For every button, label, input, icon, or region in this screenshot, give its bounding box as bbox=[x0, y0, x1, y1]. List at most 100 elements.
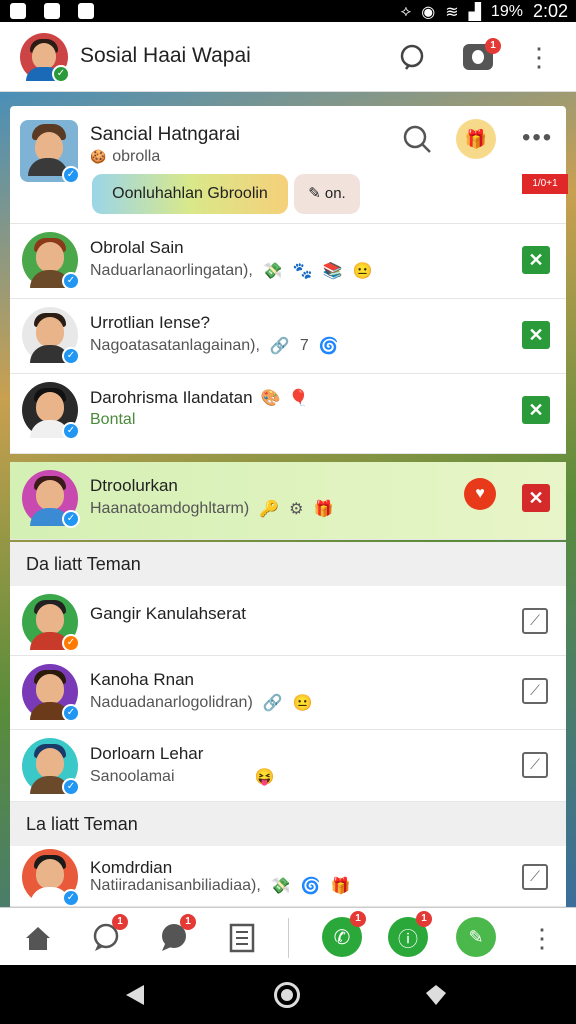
call-badge: 1 bbox=[416, 911, 432, 927]
edit-friend-button[interactable]: ⟋ bbox=[522, 864, 548, 890]
count-label: 7 bbox=[299, 337, 309, 354]
friend-name: Dorloarn Lehar bbox=[90, 744, 204, 763]
notification-badge: 1 bbox=[485, 38, 501, 54]
key-icon: 🔑 bbox=[259, 501, 280, 518]
chat-avatar: ✓ bbox=[22, 382, 80, 440]
friend-avatar: ✓ bbox=[22, 849, 80, 906]
chat-message: Naduarlanaorlingatan), bbox=[90, 262, 253, 279]
chat-message: Bontal bbox=[90, 411, 136, 428]
call-button[interactable]: ⓘ 1 bbox=[388, 911, 432, 957]
secondary-pill-button[interactable]: ✎ on. bbox=[294, 174, 360, 214]
whatsapp-button[interactable]: ✆ 1 bbox=[322, 911, 366, 957]
search-icon bbox=[403, 125, 431, 153]
chat-avatar: ✓ bbox=[22, 470, 80, 528]
swirl-icon: 🌀 bbox=[318, 338, 339, 355]
signal-icon: ▟ bbox=[468, 3, 481, 21]
heart-icon: ♥ bbox=[475, 485, 485, 502]
edit-friend-button[interactable]: ⟋ bbox=[522, 752, 548, 778]
friend-row[interactable]: ✓ Kanoha Rnan Naduadanarlogolidran) 🔗 😐 … bbox=[10, 656, 566, 730]
edit-friend-button[interactable]: ⟋ bbox=[522, 678, 548, 704]
balloon-icon: 🎈 bbox=[288, 390, 309, 407]
search-icon bbox=[400, 44, 424, 70]
chat-row-highlighted[interactable]: ✓ Dtroolurkan Haanatoamdoghltarm) 🔑 ⚙ 🎁 … bbox=[10, 462, 566, 540]
edit-button[interactable]: ✎ bbox=[456, 917, 496, 957]
chat-name-text: Darohrisma Ilandatan bbox=[90, 388, 253, 407]
chat-badge: 1 bbox=[112, 914, 128, 930]
system-nav-bar bbox=[0, 965, 576, 1024]
favorite-button[interactable]: ♥ bbox=[464, 478, 496, 510]
gift-icon: 🎁 bbox=[330, 878, 351, 895]
gift-icon: 🎁 bbox=[313, 501, 334, 518]
friend-message: Sanoolamai bbox=[90, 768, 175, 785]
chat-row[interactable]: ✓ Darohrisma Ilandatan 🎨 🎈 Bontal ✕ bbox=[10, 374, 566, 454]
profile-avatar[interactable]: ✓ bbox=[20, 120, 80, 184]
palette-icon: 🎨 bbox=[260, 390, 281, 407]
chat-row[interactable]: ✓ Obrolal Sain Naduarlanaorlingatan), 💸 … bbox=[10, 224, 566, 299]
search-button[interactable] bbox=[396, 40, 430, 74]
home-button[interactable] bbox=[274, 982, 300, 1008]
remove-chat-button[interactable]: ✕ bbox=[522, 484, 550, 512]
pill-label: on. bbox=[324, 185, 346, 202]
face-icon: 😐 bbox=[352, 263, 373, 280]
profile-card: ✓ Sancial Hatngarai 🍪 obrolla 🎁 ••• Oonl… bbox=[10, 106, 568, 224]
app-bar: ✓ Sosial Haai Wapai 1 ⋮ bbox=[0, 22, 576, 92]
edit-icon: ⟋ bbox=[530, 756, 540, 772]
friend-row[interactable]: ✓ Gangir Kanulahserat ⟋ bbox=[10, 586, 566, 656]
bluetooth-icon: ⟡ bbox=[400, 2, 412, 20]
whatsapp-badge: 1 bbox=[350, 911, 366, 927]
friend-row[interactable]: ✓ Komdrdian Natiiradanisanbiliadiaa), 💸 … bbox=[10, 846, 566, 907]
close-icon: ✕ bbox=[528, 250, 544, 270]
profile-name: Sancial Hatngarai bbox=[90, 124, 240, 145]
link-icon: 🔗 bbox=[262, 695, 283, 712]
remove-chat-button[interactable]: ✕ bbox=[522, 396, 550, 424]
primary-pill-button[interactable]: Oonluhahlan Gbroolin bbox=[92, 174, 288, 214]
chat-row[interactable]: ✓ Urrotlian Iense? Nagoatasatanlagainan)… bbox=[10, 299, 566, 374]
books-icon: 📚 bbox=[322, 263, 343, 280]
friend-avatar: ✓ bbox=[22, 664, 80, 722]
gift-button[interactable]: 🎁 bbox=[456, 119, 496, 159]
back-button[interactable] bbox=[124, 983, 146, 1012]
bottom-more-button[interactable]: ⋮ bbox=[524, 920, 560, 956]
nav-divider bbox=[288, 918, 289, 958]
face-icon: 😐 bbox=[292, 695, 313, 712]
notifications-button[interactable]: 1 bbox=[461, 38, 501, 74]
friend-avatar: ✓ bbox=[22, 594, 80, 652]
friend-name: Gangir Kanulahserat bbox=[90, 604, 246, 623]
notification-icon bbox=[10, 3, 26, 19]
phone-icon: ✆ bbox=[333, 926, 351, 949]
user-avatar[interactable]: ✓ bbox=[20, 33, 70, 83]
clock: 2:02 bbox=[532, 1, 568, 21]
recents-button[interactable] bbox=[424, 983, 448, 1012]
close-icon: ✕ bbox=[528, 325, 544, 345]
edit-icon: ⟋ bbox=[530, 868, 540, 884]
face-icon: 😝 bbox=[254, 769, 275, 786]
location-icon: ◉ bbox=[421, 3, 436, 21]
feed-tab[interactable] bbox=[224, 920, 260, 956]
remove-chat-button[interactable]: ✕ bbox=[522, 246, 550, 274]
overflow-menu-button[interactable]: ⋮ bbox=[522, 40, 556, 74]
section-header: Da liatt Teman bbox=[10, 542, 566, 586]
status-icon: 🍪 bbox=[90, 149, 107, 164]
profile-more-button[interactable]: ••• bbox=[522, 124, 553, 152]
remove-chat-button[interactable]: ✕ bbox=[522, 321, 550, 349]
gift-icon: 🎁 bbox=[464, 128, 488, 149]
chat-avatar: ✓ bbox=[22, 307, 80, 365]
profile-status: obrolla bbox=[112, 148, 161, 165]
more-horiz-icon: ••• bbox=[522, 124, 554, 151]
more-vert-icon: ⋮ bbox=[526, 42, 552, 72]
chat-tab[interactable]: 1 bbox=[88, 914, 128, 956]
swirl-icon: 🌀 bbox=[300, 878, 321, 895]
wifi-icon: ≋ bbox=[445, 3, 459, 21]
profile-tag: 1/0+1 bbox=[522, 174, 568, 194]
messenger-icon bbox=[44, 3, 60, 19]
friend-name: Kanoha Rnan bbox=[90, 670, 194, 689]
home-tab[interactable] bbox=[20, 920, 56, 956]
friend-message: Naduadanarlogolidran) bbox=[90, 694, 253, 711]
messages-tab[interactable]: 1 bbox=[156, 914, 196, 956]
edit-icon: ⟋ bbox=[530, 682, 540, 698]
profile-search-button[interactable] bbox=[400, 122, 434, 161]
battery-level: 19% bbox=[490, 2, 523, 20]
friend-row[interactable]: ✓ Dorloarn Lehar Sanoolamai 😝 ⟋ bbox=[10, 730, 566, 802]
chat-message: Haanatoamdoghltarm) bbox=[90, 500, 250, 517]
edit-friend-button[interactable]: ⟋ bbox=[522, 608, 548, 634]
